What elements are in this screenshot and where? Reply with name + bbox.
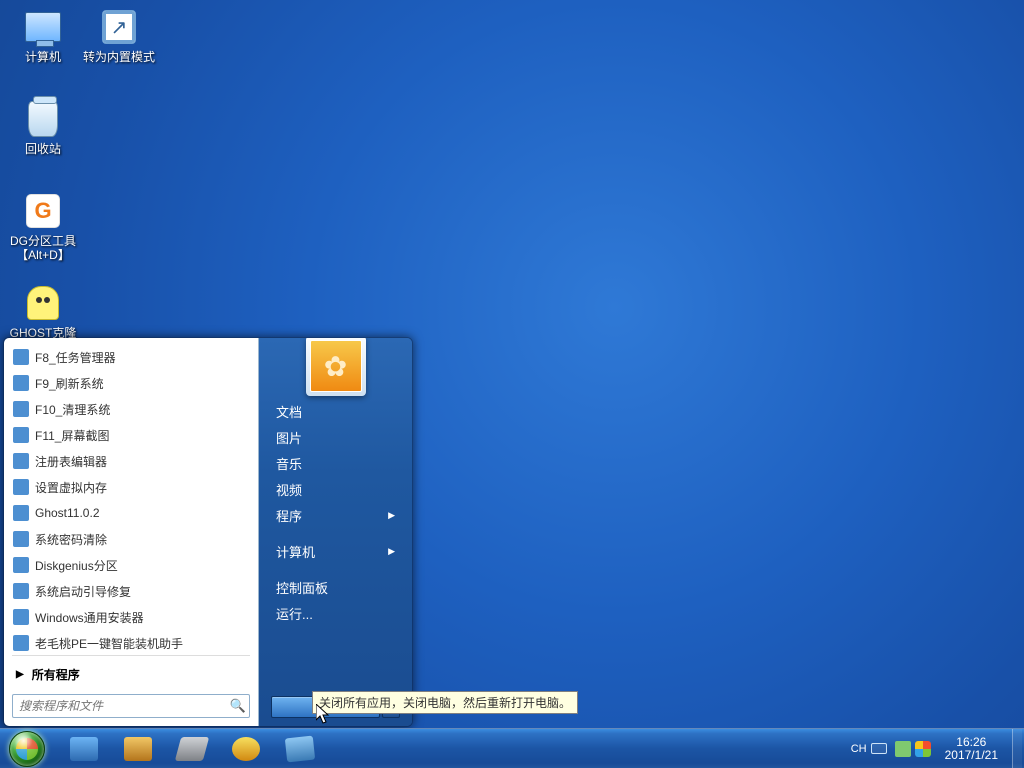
program-label: 系统密码清除: [35, 531, 107, 548]
windows-orb-icon: [9, 731, 45, 767]
ghost-icon: [27, 286, 59, 320]
app-icon: [124, 737, 152, 761]
start-menu-program-item[interactable]: 设置虚拟内存: [8, 474, 254, 500]
start-menu-right-video[interactable]: 视频: [271, 476, 400, 502]
program-label: 系统启动引导修复: [35, 583, 131, 600]
app-icon: [285, 735, 315, 762]
program-icon: [13, 609, 29, 625]
taskbar-item[interactable]: [166, 731, 218, 767]
start-menu-right-pane: 文档 图片 音乐 视频 程序▶ 计算机▶ 控制面板 运行... 重启 ▶: [259, 338, 412, 726]
program-label: 老毛桃PE一键智能装机助手: [35, 635, 183, 652]
start-menu-program-item[interactable]: F10_清理系统: [8, 396, 254, 422]
start-menu-right-control-panel[interactable]: 控制面板: [271, 574, 400, 600]
start-menu-program-item[interactable]: Ghost11.0.2: [8, 500, 254, 526]
app-icon: [70, 737, 98, 761]
taskbar-item[interactable]: [58, 731, 110, 767]
program-icon: [13, 479, 29, 495]
diskgenius-icon: G: [26, 194, 60, 228]
taskbar-item[interactable]: [274, 731, 326, 767]
chevron-right-icon: ▶: [388, 510, 395, 521]
program-icon: [13, 505, 29, 521]
chevron-right-icon: ▶: [16, 669, 24, 680]
program-icon: [13, 635, 29, 651]
shortcut-icon: [102, 10, 136, 44]
start-menu-right-programs[interactable]: 程序▶: [271, 502, 400, 528]
program-icon: [13, 557, 29, 573]
tray-icon[interactable]: [915, 741, 931, 757]
start-menu-right-computer[interactable]: 计算机▶: [271, 538, 400, 564]
program-icon: [13, 453, 29, 469]
language-indicator[interactable]: CH: [851, 743, 887, 755]
program-label: Ghost11.0.2: [35, 506, 100, 520]
start-menu-right-run[interactable]: 运行...: [271, 600, 400, 626]
taskbar-quick-launch: [54, 731, 326, 767]
desktop-icon-label: 计算机: [25, 50, 61, 64]
chevron-right-icon: ▶: [388, 546, 395, 557]
start-menu-program-item[interactable]: 老毛桃PE一键智能装机助手: [8, 630, 254, 651]
start-menu-right-music[interactable]: 音乐: [271, 450, 400, 476]
start-button[interactable]: [0, 729, 54, 768]
taskbar: CH 16:26 2017/1/21: [0, 728, 1024, 768]
desktop-icon-label: DG分区工具 【Alt+D】: [10, 234, 76, 262]
program-icon: [13, 531, 29, 547]
start-menu-program-item[interactable]: Windows通用安装器: [8, 604, 254, 630]
start-menu-programs-list: F8_任务管理器 F9_刷新系统 F10_清理系统 F11_屏幕截图 注册表编辑…: [4, 338, 258, 651]
tray-icon[interactable]: [895, 741, 911, 757]
start-menu-program-item[interactable]: F8_任务管理器: [8, 344, 254, 370]
start-menu-right-pictures[interactable]: 图片: [271, 424, 400, 450]
show-desktop-button[interactable]: [1012, 729, 1022, 768]
user-picture-icon: [310, 340, 362, 392]
start-menu-program-item[interactable]: 系统密码清除: [8, 526, 254, 552]
start-menu-right-documents[interactable]: 文档: [271, 398, 400, 424]
app-icon: [232, 737, 260, 761]
desktop-icon-label: 转为内置模式: [83, 50, 155, 64]
start-menu-program-item[interactable]: F11_屏幕截图: [8, 422, 254, 448]
taskbar-clock[interactable]: 16:26 2017/1/21: [939, 736, 1004, 762]
app-icon: [175, 737, 209, 761]
start-menu-left-pane: F8_任务管理器 F9_刷新系统 F10_清理系统 F11_屏幕截图 注册表编辑…: [4, 338, 259, 726]
user-picture-frame[interactable]: [306, 337, 366, 396]
taskbar-item[interactable]: [112, 731, 164, 767]
recycle-bin-icon: [28, 101, 58, 137]
computer-icon: [25, 12, 61, 42]
keyboard-icon: [871, 743, 887, 754]
desktop-icon-dg[interactable]: G DG分区工具 【Alt+D】: [4, 188, 82, 280]
desktop-icon-recycle[interactable]: 回收站: [4, 96, 82, 188]
start-menu-all-programs[interactable]: ▶ 所有程序: [4, 660, 258, 688]
language-label: CH: [851, 743, 867, 755]
program-label: 注册表编辑器: [35, 453, 107, 470]
program-icon: [13, 375, 29, 391]
clock-date: 2017/1/21: [945, 749, 998, 762]
program-icon: [13, 349, 29, 365]
program-label: 设置虚拟内存: [35, 479, 107, 496]
program-label: Diskgenius分区: [35, 557, 118, 574]
restart-tooltip: 关闭所有应用，关闭电脑，然后重新打开电脑。: [312, 691, 578, 714]
start-menu-program-item[interactable]: 系统启动引导修复: [8, 578, 254, 604]
start-menu-program-item[interactable]: F9_刷新系统: [8, 370, 254, 396]
search-input[interactable]: [13, 699, 227, 713]
program-icon: [13, 427, 29, 443]
program-label: F11_屏幕截图: [35, 427, 109, 444]
desktop-icon-label: 回收站: [25, 142, 61, 156]
program-icon: [13, 401, 29, 417]
start-menu-program-item[interactable]: Diskgenius分区: [8, 552, 254, 578]
desktop-icon-computer[interactable]: 计算机: [4, 4, 82, 96]
start-menu: F8_任务管理器 F9_刷新系统 F10_清理系统 F11_屏幕截图 注册表编辑…: [3, 337, 413, 727]
system-tray: CH 16:26 2017/1/21: [851, 729, 1024, 768]
desktop-icon-mode[interactable]: 转为内置模式: [80, 4, 158, 96]
program-icon: [13, 583, 29, 599]
program-label: F8_任务管理器: [35, 349, 116, 366]
start-menu-search[interactable]: 🔍: [12, 694, 250, 718]
all-programs-label: 所有程序: [32, 666, 80, 683]
program-label: F10_清理系统: [35, 401, 110, 418]
start-menu-divider: [12, 655, 250, 656]
desktop-icons: 计算机 回收站 G DG分区工具 【Alt+D】 GHOST克隆 【Alt+G】: [4, 4, 84, 372]
tray-icons: [895, 741, 931, 757]
search-icon: 🔍: [227, 695, 249, 717]
start-menu-program-item[interactable]: 注册表编辑器: [8, 448, 254, 474]
program-label: Windows通用安装器: [35, 609, 144, 626]
clock-time: 16:26: [945, 736, 998, 749]
program-label: F9_刷新系统: [35, 375, 104, 392]
taskbar-item[interactable]: [220, 731, 272, 767]
